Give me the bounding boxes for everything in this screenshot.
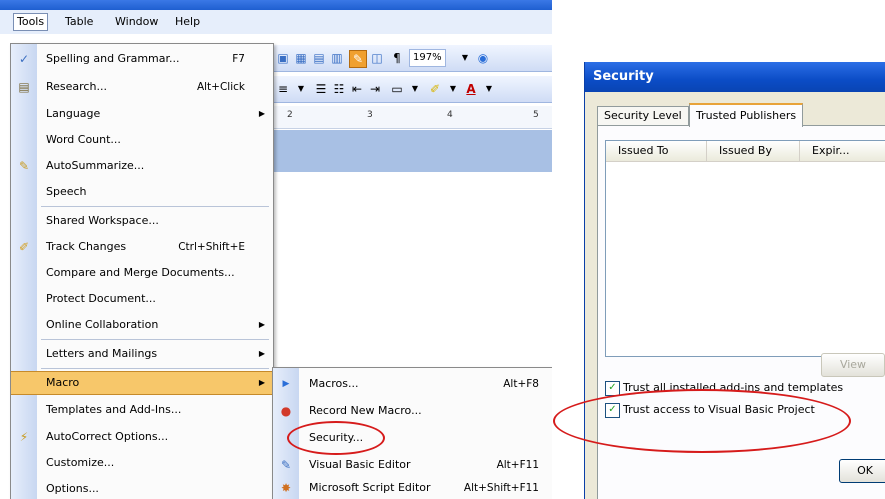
increase-indent-icon[interactable]: ⇥ — [367, 81, 383, 97]
chevron-down-icon[interactable]: ▼ — [445, 81, 461, 97]
ruler-mark: 5 — [533, 110, 539, 120]
zoom-box[interactable]: 197% — [409, 49, 446, 67]
script-editor-icon: ✸ — [280, 481, 292, 495]
menu-table[interactable]: Table — [62, 14, 96, 30]
menu-item-macro[interactable]: Macro ▶ — [11, 371, 273, 395]
word-window: Tools Table Window Help ▣ ▦ ▤ ▥ ✎ ◫ ¶ 19… — [0, 0, 552, 499]
annotation-oval-security — [287, 421, 385, 455]
column-issued-by[interactable]: Issued By — [707, 141, 800, 162]
highlight-icon[interactable]: ✐ — [427, 81, 443, 97]
menu-item-vb-editor[interactable]: ✎ Visual Basic Editor Alt+F11 — [273, 453, 552, 477]
vb-editor-icon: ✎ — [280, 458, 292, 472]
chevron-down-icon[interactable]: ▼ — [293, 81, 309, 97]
chevron-right-icon: ▶ — [258, 109, 265, 118]
table-icon[interactable]: ▦ — [293, 50, 309, 66]
column-expiration[interactable]: Expir... — [800, 141, 885, 162]
dialog-title: Security — [585, 62, 885, 92]
ok-button[interactable]: OK — [839, 459, 885, 483]
research-icon: ▤ — [18, 80, 30, 94]
document-map-icon[interactable]: ◫ — [369, 50, 385, 66]
tools-menu: ✓ Spelling and Grammar... F7 ▤ Research.… — [10, 43, 274, 499]
menu-item-research[interactable]: ▤ Research... Alt+Click — [11, 75, 273, 99]
menu-item-track-changes[interactable]: ✐ Track Changes Ctrl+Shift+E — [11, 235, 273, 259]
tab-trusted-publishers[interactable]: Trusted Publishers — [689, 103, 804, 127]
menu-item-spelling[interactable]: ✓ Spelling and Grammar... F7 — [11, 47, 273, 71]
chevron-right-icon: ▶ — [258, 378, 265, 387]
formatting-toolbar: ≡ ▼ ☰ ☷ ⇤ ⇥ ▭ ▼ ✐ ▼ A ▼ — [265, 76, 552, 103]
autocorrect-icon: ⚡ — [19, 430, 29, 444]
record-icon: ● — [280, 404, 292, 418]
menu-item-macros[interactable]: ▶ Macros... Alt+F8 — [273, 372, 552, 396]
menu-item-language[interactable]: Language ▶ — [11, 102, 273, 126]
tab-security-level[interactable]: Security Level — [597, 106, 689, 125]
autosummarize-icon: ✎ — [18, 159, 30, 173]
show-hide-icon[interactable]: ¶ — [389, 50, 405, 66]
bullets-icon[interactable]: ☷ — [331, 81, 347, 97]
menu-separator — [41, 206, 269, 207]
ruler-mark: 2 — [287, 110, 293, 120]
menu-separator — [41, 339, 269, 340]
line-spacing-icon[interactable]: ≡ — [275, 81, 291, 97]
menu-item-shared-workspace[interactable]: Shared Workspace... — [11, 209, 273, 233]
menu-item-letters-mailings[interactable]: Letters and Mailings ▶ — [11, 342, 273, 366]
view-button[interactable]: View — [821, 353, 885, 377]
chevron-down-icon[interactable]: ▼ — [481, 81, 497, 97]
menu-item-compare-merge[interactable]: Compare and Merge Documents... — [11, 261, 273, 285]
column-issued-to[interactable]: Issued To — [606, 141, 707, 162]
track-changes-icon: ✐ — [18, 240, 30, 254]
border-icon[interactable]: ▭ — [389, 81, 405, 97]
menu-item-protect-document[interactable]: Protect Document... — [11, 287, 273, 311]
title-bar — [0, 0, 552, 10]
menu-item-script-editor[interactable]: ✸ Microsoft Script Editor Alt+Shift+F11 — [273, 476, 552, 499]
help-icon[interactable]: ◉ — [475, 50, 491, 66]
annotation-oval-trust-vb — [553, 389, 851, 453]
menu-item-customize[interactable]: Customize... — [11, 451, 273, 475]
toolbar-button-icon[interactable]: ▣ — [275, 50, 291, 66]
excel-icon[interactable]: ▤ — [311, 50, 327, 66]
chevron-down-icon[interactable]: ▼ — [457, 50, 473, 66]
menu-item-templates-addins[interactable]: Templates and Add-Ins... — [11, 398, 273, 422]
menu-item-autocorrect[interactable]: ⚡ AutoCorrect Options... — [11, 425, 273, 449]
menu-item-word-count[interactable]: Word Count... — [11, 128, 273, 152]
document-background — [265, 130, 552, 172]
menu-item-record-macro[interactable]: ● Record New Macro... — [273, 399, 552, 423]
menu-window[interactable]: Window — [112, 14, 161, 30]
menu-item-options[interactable]: Options... — [11, 477, 273, 499]
ruler: 2 3 4 5 — [265, 106, 552, 129]
chevron-right-icon: ▶ — [258, 349, 265, 358]
play-icon: ▶ — [282, 379, 290, 389]
ruler-mark: 3 — [367, 110, 373, 120]
chevron-right-icon: ▶ — [258, 320, 265, 329]
ruler-mark: 4 — [447, 110, 453, 120]
menu-item-online-collaboration[interactable]: Online Collaboration ▶ — [11, 313, 273, 337]
menu-bar: Tools Table Window Help — [0, 10, 552, 35]
font-color-icon[interactable]: A — [463, 81, 479, 97]
numbering-icon[interactable]: ☰ — [313, 81, 329, 97]
chevron-down-icon[interactable]: ▼ — [407, 81, 423, 97]
menu-separator — [41, 368, 269, 369]
publishers-list[interactable]: Issued To Issued By Expir... — [605, 140, 885, 357]
spelling-icon: ✓ — [18, 52, 30, 66]
standard-toolbar: ▣ ▦ ▤ ▥ ✎ ◫ ¶ 197% ▼ ◉ — [265, 45, 552, 72]
menu-item-speech[interactable]: Speech — [11, 180, 273, 204]
menu-help[interactable]: Help — [172, 14, 203, 30]
columns-icon[interactable]: ▥ — [329, 50, 345, 66]
menu-item-autosummarize[interactable]: ✎ AutoSummarize... — [11, 154, 273, 178]
menu-tools[interactable]: Tools — [13, 13, 49, 31]
decrease-indent-icon[interactable]: ⇤ — [349, 81, 365, 97]
drawing-icon[interactable]: ✎ — [349, 50, 367, 68]
